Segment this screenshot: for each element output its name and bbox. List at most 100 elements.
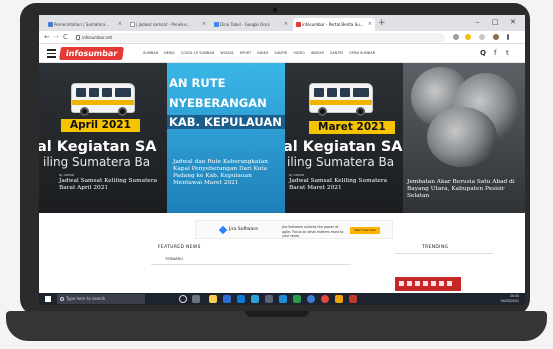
close-tab-icon[interactable]: × [284,18,288,31]
app-icon[interactable] [279,295,287,303]
system-tray-clock[interactable]: 20:45 04/03/2021 [501,294,519,304]
trending-thumbnail[interactable] [395,277,461,291]
app-icon[interactable] [307,295,315,303]
close-tab-icon[interactable]: × [118,18,122,31]
ad-cta-button[interactable]: Start free trial [350,227,380,234]
route-title-line: AN RUTE [169,76,226,90]
task-view-icon[interactable] [192,295,200,303]
browser-tab[interactable]: | jadwal samsat - Penelus... × [127,18,209,31]
nav-item[interactable]: SANTRI [274,50,287,57]
tab-label: | jadwal samsat - Penelus... [136,22,191,27]
edge-icon[interactable] [251,295,259,303]
windows-start-icon[interactable] [45,296,51,302]
hero-caption-link[interactable]: Jadwal Samsat Keliling Sumatera Barat Ap… [59,178,163,192]
app-icon[interactable] [265,295,273,303]
nav-item[interactable]: SANTRI [330,50,343,57]
laptop-hinge [245,311,309,317]
post-author: By ADMIN [59,173,74,177]
maximize-button[interactable]: □ [492,16,499,28]
facebook-icon[interactable]: f [494,49,496,57]
site-logo[interactable]: infosumbar [59,47,125,60]
file-explorer-icon[interactable] [209,295,217,303]
new-tab-button[interactable]: + [378,17,386,29]
url-text: infosumbar.net [82,35,113,40]
tray-date: 04/03/2021 [500,299,519,303]
hero-banner-title: al Kegiatan SA [39,139,157,155]
twitter-icon[interactable]: t [506,49,509,57]
tab-label: infosumbar - Portal Berita Su... [302,22,364,27]
hero-caption-link[interactable]: Jembatan Akar Berusia Satu Abad di Bayan… [407,179,521,200]
ad-blurb: Jira Software unlocks the power of agile… [282,225,344,238]
tab-terbaru[interactable]: TERBARU [165,256,183,261]
route-title-line: KAB. KEPULAUAN M [169,115,285,129]
app-icon[interactable] [293,295,301,303]
close-window-button[interactable]: ✕ [510,16,516,28]
taskbar-search-box[interactable]: Type here to search [57,294,145,304]
browser-tab[interactable]: Pemerintahan | Sumatera... × [45,18,125,31]
profile-avatar-icon[interactable] [493,34,499,40]
nav-item[interactable]: INDEKS [311,50,324,57]
nav-item[interactable]: VIDEO [294,50,305,57]
nav-item[interactable]: INDEX [257,50,268,57]
browser-tab-strip: Pemerintahan | Sumatera... × | jadwal sa… [39,15,525,31]
app-icon[interactable] [335,295,343,303]
hero-card[interactable]: AN RUTE NYEBERANGAN KAB. KEPULAUAN M Jad… [167,63,285,213]
site-nav-menu: SUMBAR NEWS COVID-19 SUMBAR WISATA SPORT… [143,50,375,57]
laptop-frame: Pemerintahan | Sumatera... × | jadwal sa… [0,0,553,349]
bus-illustration [71,83,135,116]
extension-icon[interactable] [453,34,459,40]
chrome-icon[interactable] [321,295,329,303]
nav-item[interactable]: COVID-19 SUMBAR [181,50,215,57]
close-tab-icon[interactable]: × [202,18,206,31]
nav-item[interactable]: OPINI SUMBAR [349,50,375,57]
browser-menu-icon[interactable] [507,34,509,40]
reload-button[interactable]: C [63,32,68,43]
hero-card[interactable]: April 2021 al Kegiatan SA iling Sumatera… [39,63,167,213]
route-title-line: NYEBERANGAN [169,96,267,110]
search-icon[interactable]: Q [480,49,486,57]
hero-grid: April 2021 al Kegiatan SA iling Sumatera… [39,63,525,213]
hero-banner-subtitle: iling Sumatera Ba [43,155,151,169]
month-badge: April 2021 [61,119,140,132]
search-icon [60,297,64,301]
nav-item[interactable]: SPORT [240,50,252,57]
bookmark-star-icon[interactable] [465,34,471,40]
nav-item[interactable]: SUMBAR [143,50,158,57]
nav-item[interactable]: WISATA [220,50,233,57]
nav-item[interactable]: NEWS [164,50,175,57]
month-badge: Maret 2021 [309,121,395,134]
laptop-screen: Pemerintahan | Sumatera... × | jadwal sa… [39,15,525,305]
browser-tab-active[interactable]: infosumbar - Portal Berita Su... × [293,18,375,31]
hero-banner-subtitle: iling Sumatera Ba [287,155,395,169]
section-divider [151,264,351,265]
ad-brand: Jira Software [229,227,259,232]
tab-favicon-icon [130,22,135,27]
hero-caption-link[interactable]: Jadwal Samsat Keliling Sumatera Barat Ma… [289,178,395,192]
extension-puzzle-icon[interactable] [479,34,485,40]
page-content: Jira Software Jira Software unlocks the … [39,213,525,293]
app-icon[interactable] [349,295,357,303]
jira-ad-banner[interactable]: Jira Software Jira Software unlocks the … [195,220,393,239]
mail-icon[interactable] [237,295,245,303]
tab-label: Dina Tabel - Google Docs [220,22,270,27]
back-button[interactable]: ← [44,32,50,43]
site-header: infosumbar SUMBAR NEWS COVID-19 SUMBAR W… [39,44,525,63]
hero-card[interactable]: Jembatan Akar Berusia Satu Abad di Bayan… [403,63,525,213]
webcam [273,8,277,12]
cortana-icon[interactable] [179,295,187,303]
hero-caption-link[interactable]: Jadwal dan Rute Keberangkatan Kapal Peny… [173,159,279,187]
browser-tab[interactable]: Dina Tabel - Google Docs × [211,18,291,31]
featured-news-heading: FEATURED NEWS [158,245,201,250]
address-bar[interactable]: infosumbar.net [73,33,445,42]
hero-card[interactable]: Maret 2021 al Kegiatan SAN iling Sumater… [285,63,403,213]
close-tab-icon[interactable]: × [368,18,372,31]
windows-taskbar: Type here to search 20:45 04/03/2021 [39,293,525,305]
tree-foliage-image [427,107,497,167]
store-icon[interactable] [223,295,231,303]
forward-button[interactable]: → [53,32,59,43]
lock-icon [76,35,80,40]
minimize-button[interactable]: – [476,16,480,28]
tab-favicon-icon [48,22,53,27]
hamburger-menu-icon[interactable] [47,49,56,58]
post-author: By ADMIN [289,173,304,177]
